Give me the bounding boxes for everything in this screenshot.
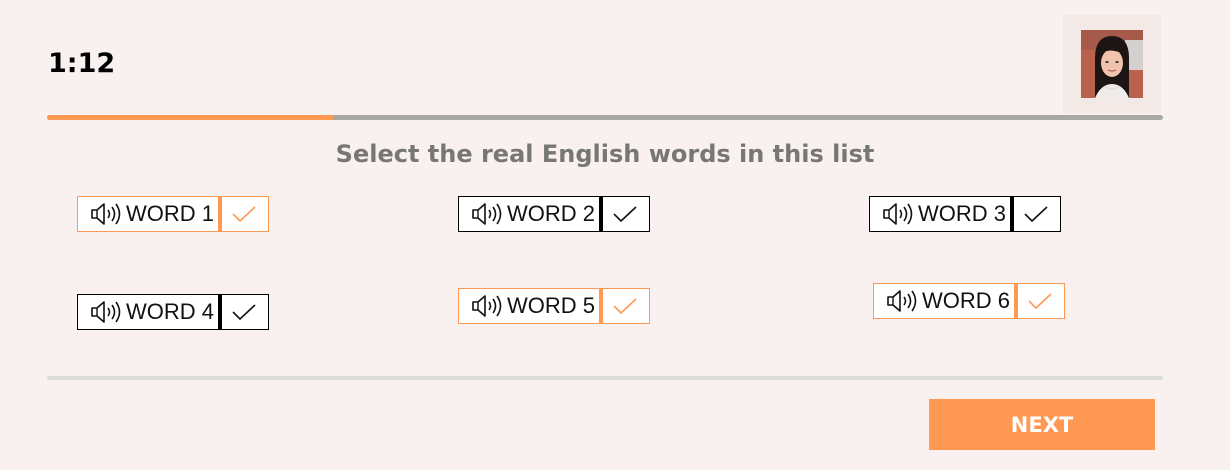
speaker-icon: [883, 203, 913, 225]
checkmark-icon: [1024, 206, 1048, 223]
checkmark-icon: [613, 206, 637, 223]
play-word-3-button[interactable]: WORD 3: [870, 197, 1010, 231]
checkmark-icon: [232, 206, 256, 223]
word-label: WORD 3: [918, 201, 1006, 226]
speaker-icon: [91, 301, 121, 323]
avatar: [1081, 30, 1143, 98]
question-prompt: Select the real English words in this li…: [335, 140, 875, 168]
checkmark-icon: [613, 298, 637, 315]
word-option-3: WORD 3: [869, 196, 1061, 232]
checkmark-icon: [232, 304, 256, 321]
checkmark-icon: [1028, 293, 1052, 310]
play-word-1-button[interactable]: WORD 1: [78, 197, 218, 231]
word-option-6: WORD 6: [873, 283, 1065, 319]
word-option-1: WORD 1: [77, 196, 269, 232]
word-label: WORD 6: [922, 288, 1010, 313]
select-word-5-button[interactable]: [599, 289, 647, 323]
instructor-video: [1063, 15, 1161, 113]
word-label: WORD 5: [507, 293, 595, 318]
next-button[interactable]: NEXT: [929, 399, 1155, 450]
select-word-6-button[interactable]: [1014, 284, 1062, 318]
word-label: WORD 4: [126, 299, 214, 324]
word-option-4: WORD 4: [77, 294, 269, 330]
divider: [47, 376, 1163, 380]
timer: 1:12: [48, 48, 116, 79]
speaker-icon: [472, 295, 502, 317]
select-word-4-button[interactable]: [218, 295, 266, 329]
speaker-icon: [887, 290, 917, 312]
select-word-1-button[interactable]: [218, 197, 266, 231]
speaker-icon: [91, 203, 121, 225]
word-label: WORD 2: [507, 201, 595, 226]
play-word-2-button[interactable]: WORD 2: [459, 197, 599, 231]
progress-bar: [47, 115, 1163, 120]
play-word-4-button[interactable]: WORD 4: [78, 295, 218, 329]
word-label: WORD 1: [126, 201, 214, 226]
play-word-5-button[interactable]: WORD 5: [459, 289, 599, 323]
select-word-2-button[interactable]: [599, 197, 647, 231]
speaker-icon: [472, 203, 502, 225]
word-option-2: WORD 2: [458, 196, 650, 232]
progress-fill: [47, 115, 333, 120]
word-option-5: WORD 5: [458, 288, 650, 324]
play-word-6-button[interactable]: WORD 6: [874, 284, 1014, 318]
select-word-3-button[interactable]: [1010, 197, 1058, 231]
